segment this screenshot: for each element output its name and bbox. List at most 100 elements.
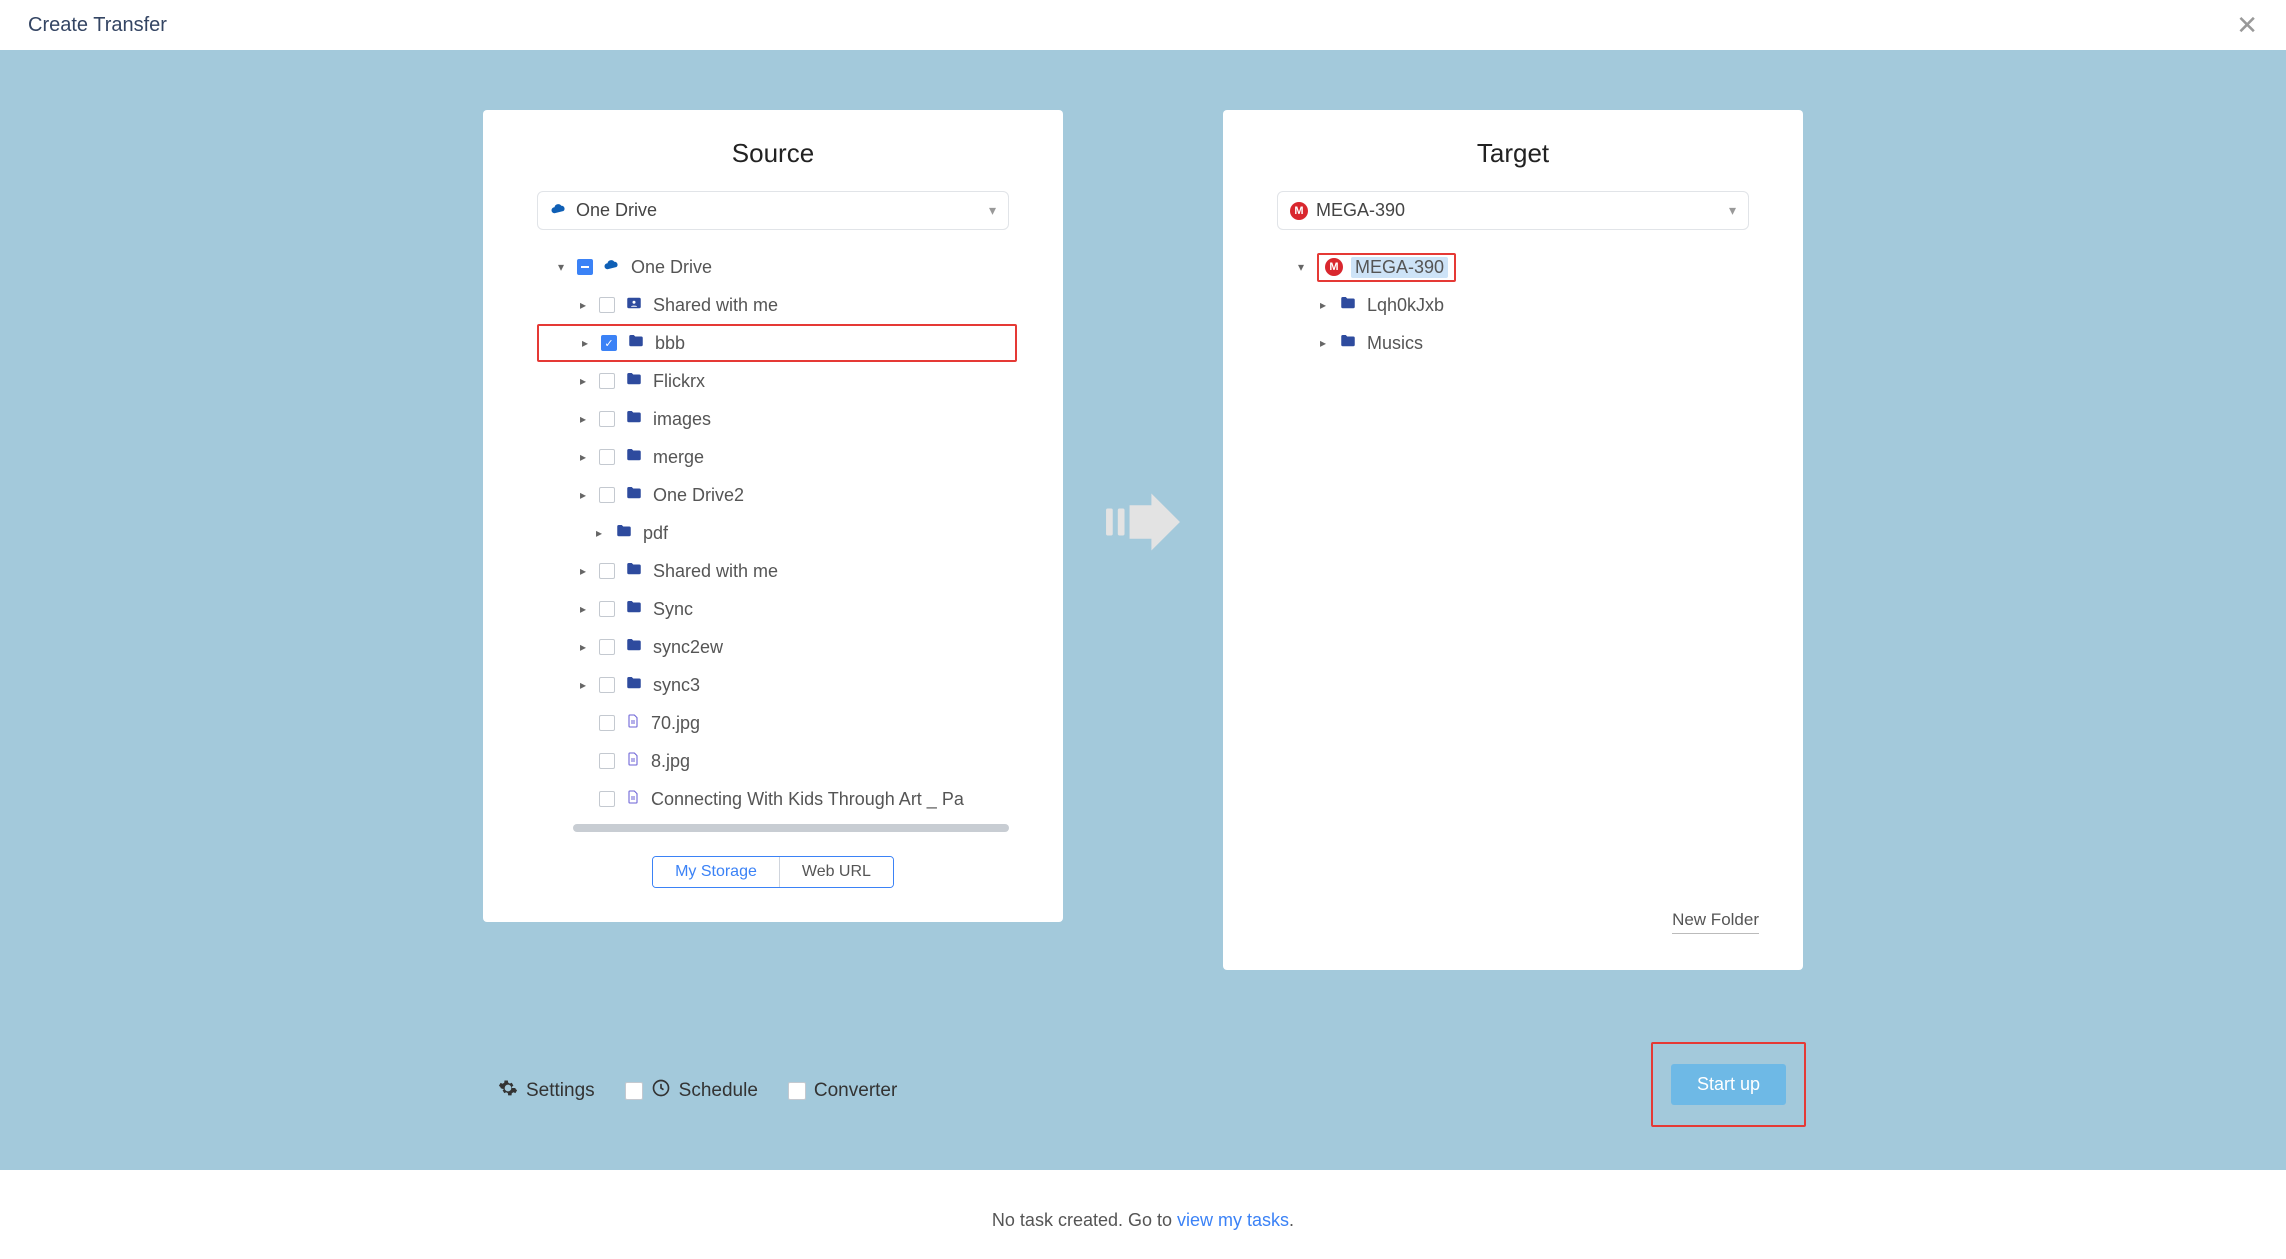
- tree-file[interactable]: 70.jpg: [537, 704, 1017, 742]
- expand-icon[interactable]: ▸: [577, 488, 589, 502]
- tree-item[interactable]: ▸ merge: [537, 438, 1017, 476]
- expand-icon[interactable]: ▸: [577, 602, 589, 616]
- source-tabs: My Storage Web URL: [652, 856, 894, 888]
- target-title: Target: [1257, 138, 1769, 169]
- footer-text: No task created. Go to: [992, 1210, 1177, 1230]
- source-tree[interactable]: ▾ One Drive ▸ Shared with me: [517, 248, 1029, 818]
- tree-label[interactable]: One Drive2: [653, 485, 1017, 506]
- target-tree[interactable]: ▾ M MEGA-390 ▸ Lqh0kJxb ▸ Musics: [1257, 248, 1769, 818]
- chevron-down-icon: ▾: [1729, 202, 1736, 219]
- checkbox[interactable]: [788, 1082, 806, 1100]
- expand-icon[interactable]: ▸: [577, 678, 589, 692]
- tree-label[interactable]: Shared with me: [653, 295, 1017, 316]
- checkbox[interactable]: [599, 715, 615, 731]
- checkbox[interactable]: [599, 639, 615, 655]
- tree-item[interactable]: ▸ sync3: [537, 666, 1017, 704]
- expand-icon[interactable]: ▸: [577, 412, 589, 426]
- tree-item[interactable]: ▸ Lqh0kJxb: [1277, 286, 1757, 324]
- converter-option[interactable]: Converter: [788, 1080, 897, 1102]
- checkbox[interactable]: [599, 601, 615, 617]
- footer: No task created. Go to view my tasks.: [0, 1170, 2286, 1255]
- tree-label[interactable]: Flickrx: [653, 371, 1017, 392]
- schedule-label: Schedule: [679, 1080, 758, 1102]
- expand-icon[interactable]: ▸: [577, 640, 589, 654]
- source-panel: Source One Drive ▾ ▾ One Drive: [483, 110, 1063, 922]
- tree-item[interactable]: ▸ Musics: [1277, 324, 1757, 362]
- expand-icon[interactable]: ▸: [577, 450, 589, 464]
- schedule-option[interactable]: Schedule: [625, 1078, 758, 1104]
- tree-label[interactable]: MEGA-390: [1351, 257, 1448, 278]
- checkbox[interactable]: [599, 677, 615, 693]
- folder-icon: [627, 332, 645, 355]
- expand-icon[interactable]: ▸: [1317, 336, 1329, 350]
- tree-label[interactable]: sync3: [653, 675, 1017, 696]
- tree-label[interactable]: One Drive: [631, 257, 1017, 278]
- checkbox[interactable]: [599, 563, 615, 579]
- clock-icon: [651, 1078, 671, 1104]
- start-up-button[interactable]: Start up: [1671, 1064, 1786, 1105]
- tree-root-onedrive[interactable]: ▾ One Drive: [537, 248, 1017, 286]
- tree-label[interactable]: Connecting With Kids Through Art _ Pa: [651, 789, 1017, 810]
- tree-label[interactable]: Lqh0kJxb: [1367, 295, 1757, 316]
- mega-icon: M: [1325, 258, 1343, 276]
- checkbox-partial[interactable]: [577, 259, 593, 275]
- file-icon: [625, 712, 641, 735]
- mega-icon: M: [1290, 202, 1308, 220]
- expand-icon[interactable]: ▸: [593, 526, 605, 540]
- view-my-tasks-link[interactable]: view my tasks: [1177, 1210, 1289, 1230]
- tree-label[interactable]: Musics: [1367, 333, 1757, 354]
- checkbox-checked[interactable]: ✓: [601, 335, 617, 351]
- tree-label[interactable]: 8.jpg: [651, 751, 1017, 772]
- tree-item-bbb[interactable]: ▸ ✓ bbb: [537, 324, 1017, 362]
- tree-item[interactable]: ▸ pdf: [537, 514, 1017, 552]
- target-panel: Target M MEGA-390 ▾ ▾ M MEGA-390 ▸ Lqh0: [1223, 110, 1803, 970]
- horizontal-scrollbar[interactable]: [573, 824, 1009, 832]
- folder-icon: [1339, 332, 1357, 355]
- file-icon: [625, 788, 641, 811]
- checkbox[interactable]: [599, 373, 615, 389]
- checkbox[interactable]: [599, 487, 615, 503]
- target-service-selector[interactable]: M MEGA-390 ▾: [1277, 191, 1749, 230]
- collapse-icon[interactable]: ▾: [1295, 260, 1307, 274]
- folder-icon: [625, 484, 643, 507]
- expand-icon[interactable]: ▸: [1317, 298, 1329, 312]
- tree-file[interactable]: 8.jpg: [537, 742, 1017, 780]
- tree-item[interactable]: ▸ sync2ew: [537, 628, 1017, 666]
- checkbox[interactable]: [599, 449, 615, 465]
- tree-label[interactable]: Sync: [653, 599, 1017, 620]
- checkbox[interactable]: [625, 1082, 643, 1100]
- options-bar: Settings Schedule Converter: [498, 1078, 897, 1104]
- expand-icon[interactable]: ▸: [577, 298, 589, 312]
- tree-item[interactable]: ▸ One Drive2: [537, 476, 1017, 514]
- tree-label[interactable]: sync2ew: [653, 637, 1017, 658]
- tree-item[interactable]: ▸ Shared with me: [537, 552, 1017, 590]
- close-icon[interactable]: ✕: [2236, 10, 2258, 41]
- tree-label[interactable]: pdf: [643, 523, 1017, 544]
- tree-item-shared[interactable]: ▸ Shared with me: [537, 286, 1017, 324]
- source-service-selector[interactable]: One Drive ▾: [537, 191, 1009, 230]
- tree-item[interactable]: ▸ Flickrx: [537, 362, 1017, 400]
- settings-option[interactable]: Settings: [498, 1078, 595, 1104]
- tree-label[interactable]: merge: [653, 447, 1017, 468]
- expand-icon[interactable]: ▸: [577, 564, 589, 578]
- checkbox[interactable]: [599, 791, 615, 807]
- tree-label[interactable]: 70.jpg: [651, 713, 1017, 734]
- tree-root-mega[interactable]: ▾ M MEGA-390: [1277, 248, 1757, 286]
- tree-item[interactable]: ▸ images: [537, 400, 1017, 438]
- tab-my-storage[interactable]: My Storage: [653, 857, 779, 887]
- tab-web-url[interactable]: Web URL: [779, 857, 893, 887]
- tree-label[interactable]: images: [653, 409, 1017, 430]
- checkbox[interactable]: [599, 411, 615, 427]
- tree-file[interactable]: Connecting With Kids Through Art _ Pa: [537, 780, 1017, 818]
- new-folder-button[interactable]: New Folder: [1672, 910, 1759, 934]
- checkbox[interactable]: [599, 297, 615, 313]
- expand-icon[interactable]: ▸: [579, 336, 591, 350]
- chevron-down-icon: ▾: [989, 202, 996, 219]
- tree-label[interactable]: bbb: [655, 333, 1011, 354]
- checkbox[interactable]: [599, 753, 615, 769]
- expand-icon[interactable]: ▸: [577, 374, 589, 388]
- tree-item[interactable]: ▸ Sync: [537, 590, 1017, 628]
- shared-folder-icon: [625, 294, 643, 317]
- tree-label[interactable]: Shared with me: [653, 561, 1017, 582]
- collapse-icon[interactable]: ▾: [555, 260, 567, 274]
